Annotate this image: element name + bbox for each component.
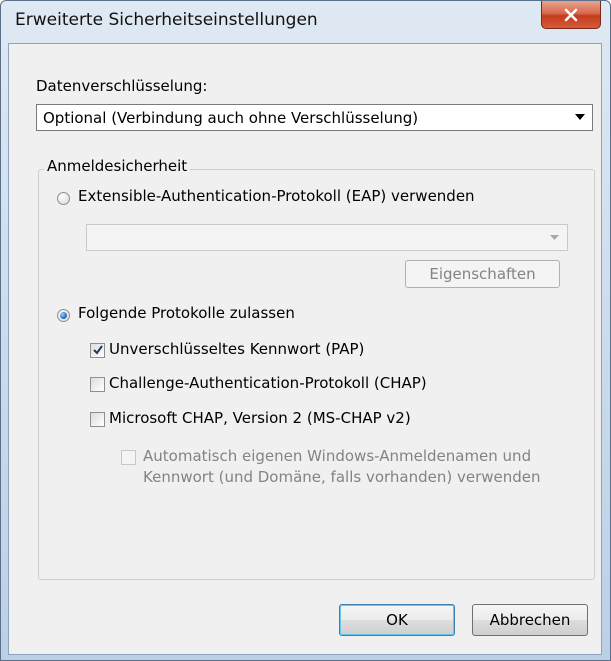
dialog-client-area: Datenverschlüsselung: Optional (Verbindu… [8,43,602,655]
encryption-dropdown[interactable]: Optional (Verbindung auch ohne Verschlüs… [36,104,593,131]
auto-windows-login-label-line1: Automatisch eigenen Windows-Anmeldenamen… [143,447,532,465]
title-bar[interactable]: Erweiterte Sicherheitseinstellungen [1,1,610,43]
eap-radio[interactable] [57,192,70,205]
auto-windows-login-checkbox[interactable] [121,450,136,465]
properties-button[interactable]: Eigenschaften [405,260,560,288]
mschapv2-checkbox[interactable] [90,412,105,427]
window-title: Erweiterte Sicherheitseinstellungen [15,10,318,30]
encryption-dropdown-value: Optional (Verbindung auch ohne Verschlüs… [43,109,419,127]
mschapv2-checkbox-label[interactable]: Microsoft CHAP, Version 2 (MS-CHAP v2) [109,409,411,427]
encryption-label: Datenverschlüsselung: [36,77,208,95]
login-security-legend: Anmeldesicherheit [44,157,191,175]
checkmark-icon [93,345,103,355]
eap-method-dropdown[interactable] [86,224,568,251]
protocols-radio[interactable] [57,309,70,322]
pap-checkbox[interactable] [90,343,105,358]
chap-checkbox-label[interactable]: Challenge-Authentication-Protokoll (CHAP… [109,374,427,392]
protocols-radio-label[interactable]: Folgende Protokolle zulassen [78,304,295,322]
close-icon [564,8,578,21]
radio-selected-dot [60,312,67,319]
ok-button[interactable]: OK [339,604,455,636]
chap-checkbox[interactable] [90,377,105,392]
cancel-button[interactable]: Abbrechen [472,604,588,636]
pap-checkbox-label[interactable]: Unverschlüsseltes Kennwort (PAP) [109,340,364,358]
chevron-down-icon [575,114,585,120]
eap-radio-label[interactable]: Extensible-Authentication-Protokoll (EAP… [78,187,475,205]
auto-windows-login-label-line2: Kennwort (und Domäne, falls vorhanden) v… [143,468,541,486]
chevron-down-icon [550,235,559,240]
close-button[interactable] [541,1,601,29]
dialog-window: Erweiterte Sicherheitseinstellungen Date… [0,0,611,661]
